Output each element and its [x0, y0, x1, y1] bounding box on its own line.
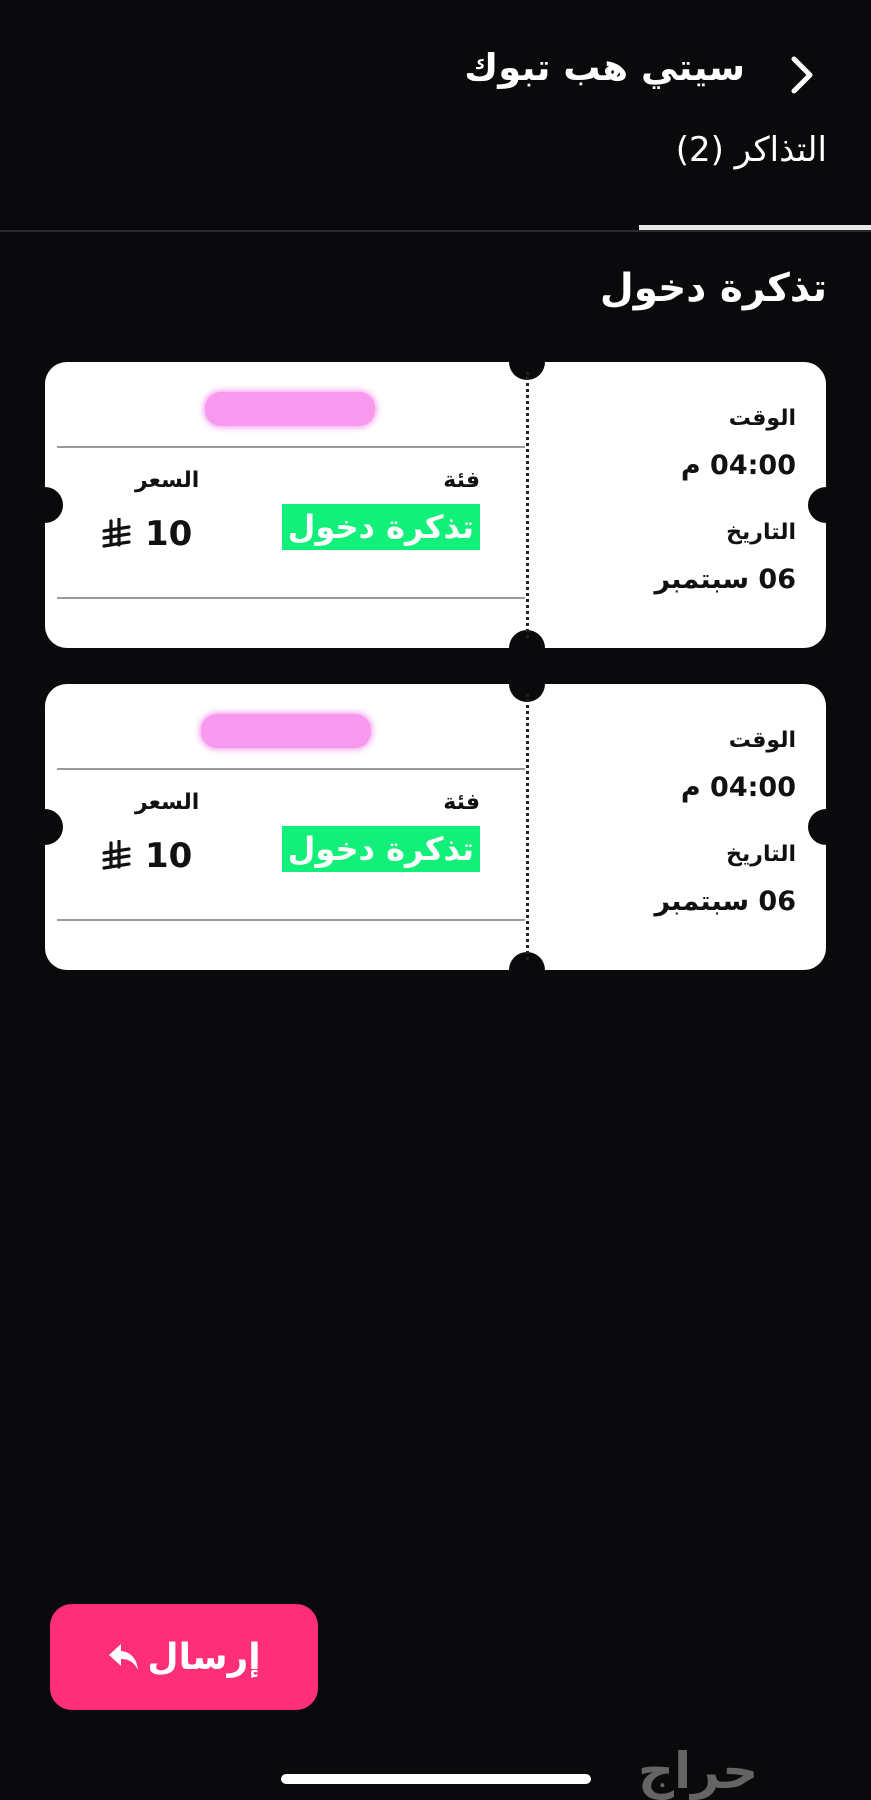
time-label: الوقت — [728, 406, 796, 431]
ticket-card[interactable]: فئة السعر تذكرة دخول 10 الوقت 04:00 م ال… — [27, 344, 844, 666]
tab-active-indicator — [639, 225, 871, 230]
price-value: 10 — [101, 514, 192, 554]
ticket-notch — [27, 487, 63, 523]
price-label: السعر — [135, 790, 200, 815]
time-label: الوقت — [728, 728, 796, 753]
send-button[interactable]: إرسال — [50, 1604, 318, 1710]
tab-tickets-label: التذاكر (2) — [675, 130, 827, 170]
riyal-currency-icon — [102, 840, 131, 870]
price-value: 10 — [101, 836, 192, 876]
back-button[interactable] — [777, 50, 827, 100]
category-badge: تذكرة دخول — [281, 826, 480, 872]
app-header: سيتي هب تبوك التذاكر (2) — [0, 0, 871, 232]
ticket-notch — [808, 809, 844, 845]
date-value: 06 سبتمبر — [654, 564, 797, 595]
time-value: 04:00 م — [680, 450, 796, 481]
divider — [57, 597, 525, 599]
price-amount: 10 — [145, 514, 193, 554]
divider — [57, 446, 525, 448]
watermark-logo: حراج — [638, 1742, 759, 1800]
price-label: السعر — [135, 468, 200, 493]
category-label: فئة — [443, 468, 480, 493]
ticket-notch — [27, 809, 63, 845]
ticket-notch — [808, 487, 844, 523]
ticket-perforation — [526, 694, 529, 960]
price-amount: 10 — [145, 836, 193, 876]
ticket-card[interactable]: فئة السعر تذكرة دخول 10 الوقت 04:00 م ال… — [27, 666, 844, 988]
send-button-label: إرسال — [147, 1636, 261, 1678]
category-badge: تذكرة دخول — [281, 504, 480, 550]
home-indicator — [281, 1774, 591, 1784]
reply-arrow-icon — [109, 1644, 139, 1670]
page-title: سيتي هب تبوك — [464, 46, 745, 89]
date-value: 06 سبتمبر — [654, 886, 797, 917]
divider — [57, 768, 525, 770]
redacted-ticket-name — [205, 392, 375, 426]
chevron-right-icon — [791, 56, 813, 94]
time-value: 04:00 م — [680, 772, 796, 803]
riyal-currency-icon — [102, 518, 131, 548]
tab-tickets[interactable]: التذاكر (2) — [639, 130, 871, 230]
category-label: فئة — [443, 790, 480, 815]
date-label: التاريخ — [726, 520, 796, 545]
redacted-ticket-name — [201, 714, 371, 748]
date-label: التاريخ — [726, 842, 796, 867]
section-title: تذكرة دخول — [599, 266, 827, 311]
divider — [57, 919, 525, 921]
ticket-perforation — [526, 372, 529, 638]
